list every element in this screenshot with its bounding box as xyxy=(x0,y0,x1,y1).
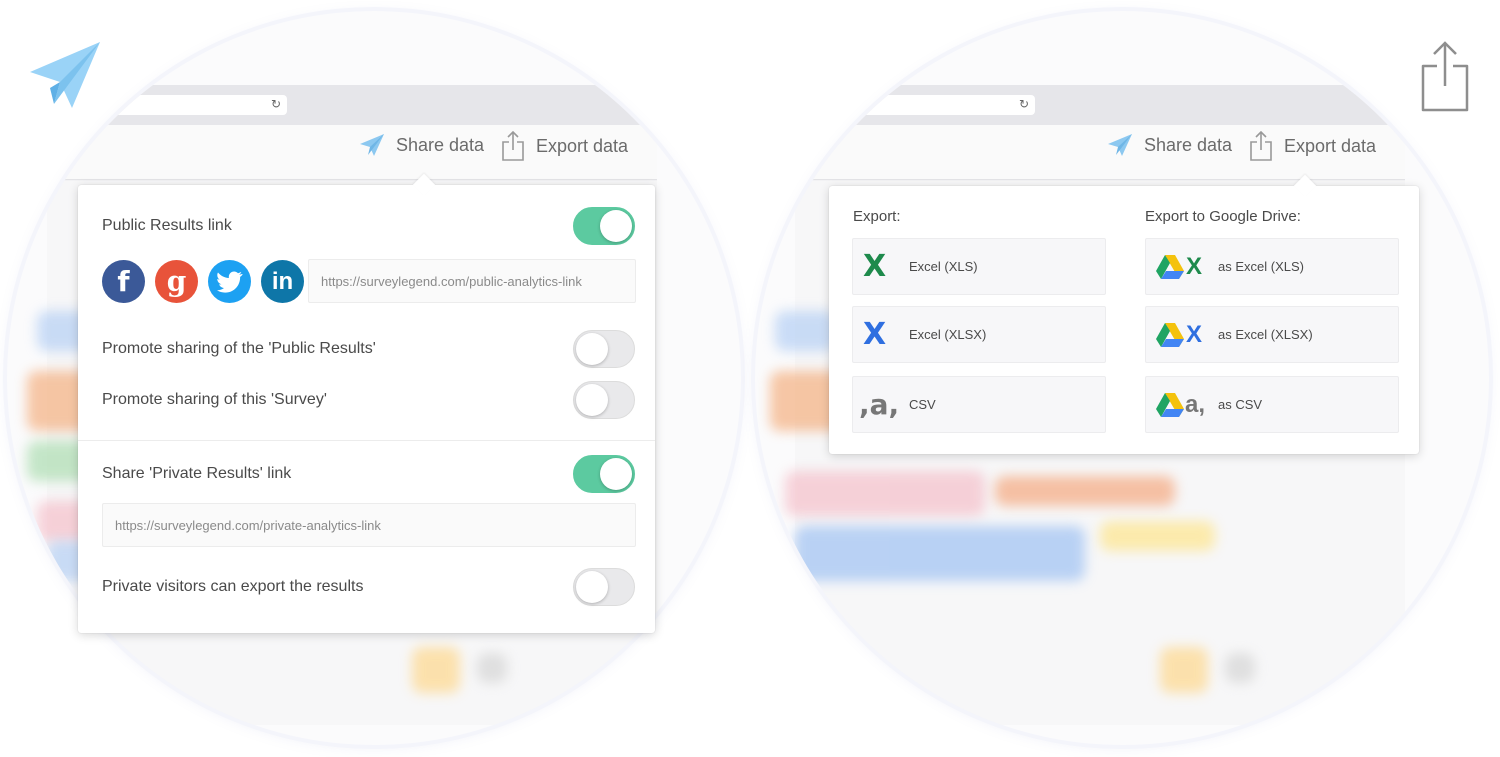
private-url-field[interactable]: https://surveylegend.com/private-analyti… xyxy=(102,503,636,547)
drive-xlsx-icon: X xyxy=(1146,321,1218,349)
google-icon[interactable]: g xyxy=(155,260,198,303)
drive-xlsx-label: as Excel (XLSX) xyxy=(1218,327,1313,342)
drive-xls-button[interactable]: X as Excel (XLS) xyxy=(1145,238,1399,295)
private-export-row: Private visitors can export the results xyxy=(102,568,635,606)
address-bar: ↻ xyxy=(87,95,287,115)
drive-xlsx-button[interactable]: X as Excel (XLSX) xyxy=(1145,306,1399,363)
export-xlsx-label: Excel (XLSX) xyxy=(909,327,987,342)
export-icon xyxy=(1250,131,1272,161)
reload-icon: ↻ xyxy=(1018,97,1029,111)
paper-plane-icon xyxy=(1108,134,1132,156)
promote-survey-row: Promote sharing of this 'Survey' xyxy=(102,381,635,419)
twitter-icon[interactable] xyxy=(208,260,251,303)
export-csv-label: CSV xyxy=(909,397,936,412)
share-data-tab[interactable]: Share data xyxy=(1108,134,1232,156)
facebook-icon[interactable]: f xyxy=(102,260,145,303)
promote-survey-toggle[interactable] xyxy=(573,381,635,419)
reload-icon: ↻ xyxy=(270,97,281,111)
drive-xls-icon: X xyxy=(1146,253,1218,281)
linkedin-icon[interactable]: in xyxy=(261,260,304,303)
drive-xls-label: as Excel (XLS) xyxy=(1218,259,1304,274)
export-data-tab[interactable]: Export data xyxy=(502,131,628,161)
export-icon xyxy=(502,131,524,161)
share-data-label: Share data xyxy=(396,134,485,155)
public-url-text: https://surveylegend.com/public-analytic… xyxy=(321,273,582,289)
private-results-row: Share 'Private Results' link xyxy=(102,455,635,493)
export-xls-label: Excel (XLS) xyxy=(909,259,978,274)
private-results-label: Share 'Private Results' link xyxy=(102,465,292,482)
share-data-label: Share data xyxy=(1144,134,1233,155)
export-data-label: Export data xyxy=(536,135,629,156)
promote-survey-label: Promote sharing of this 'Survey' xyxy=(102,391,327,408)
private-export-label: Private visitors can export the results xyxy=(102,578,364,595)
share-data-popover: Public Results link f g in https://surve… xyxy=(78,173,655,633)
share-data-tab[interactable]: Share data xyxy=(360,134,484,156)
private-results-toggle[interactable] xyxy=(573,455,635,493)
export-data-tab[interactable]: Export data xyxy=(1250,131,1376,161)
public-results-row: Public Results link xyxy=(102,207,635,245)
drive-csv-label: as CSV xyxy=(1218,397,1263,412)
export-local-title: Export: xyxy=(853,208,901,225)
export-csv-button[interactable]: ,a, CSV xyxy=(852,376,1106,433)
drive-csv-icon: a, xyxy=(1146,391,1218,419)
promote-results-toggle[interactable] xyxy=(573,330,635,368)
export-xlsx-button[interactable]: X Excel (XLSX) xyxy=(852,306,1106,363)
address-bar: ↻ xyxy=(835,95,1035,115)
export-data-label: Export data xyxy=(1284,135,1377,156)
export-xls-button[interactable]: X Excel (XLS) xyxy=(852,238,1106,295)
export-data-popover: Export: Export to Google Drive: X Excel … xyxy=(829,174,1419,454)
social-share-buttons: f g in xyxy=(102,260,304,303)
export-share-icon xyxy=(1420,40,1470,117)
drive-csv-button[interactable]: a, as CSV xyxy=(1145,376,1399,433)
private-export-toggle[interactable] xyxy=(573,568,635,606)
public-results-label: Public Results link xyxy=(102,217,232,234)
csv-icon: ,a, xyxy=(859,388,900,421)
public-url-field[interactable]: https://surveylegend.com/public-analytic… xyxy=(308,259,636,303)
excel-xls-icon: X xyxy=(863,249,887,284)
export-drive-title: Export to Google Drive: xyxy=(1145,208,1301,225)
private-url-text: https://surveylegend.com/private-analyti… xyxy=(115,517,381,533)
excel-xlsx-icon: X xyxy=(863,317,887,352)
public-results-toggle[interactable] xyxy=(573,207,635,245)
promote-results-row: Promote sharing of the 'Public Results' xyxy=(102,330,635,368)
promote-results-label: Promote sharing of the 'Public Results' xyxy=(102,340,376,357)
paper-plane-icon xyxy=(360,134,384,156)
section-divider xyxy=(78,440,655,441)
